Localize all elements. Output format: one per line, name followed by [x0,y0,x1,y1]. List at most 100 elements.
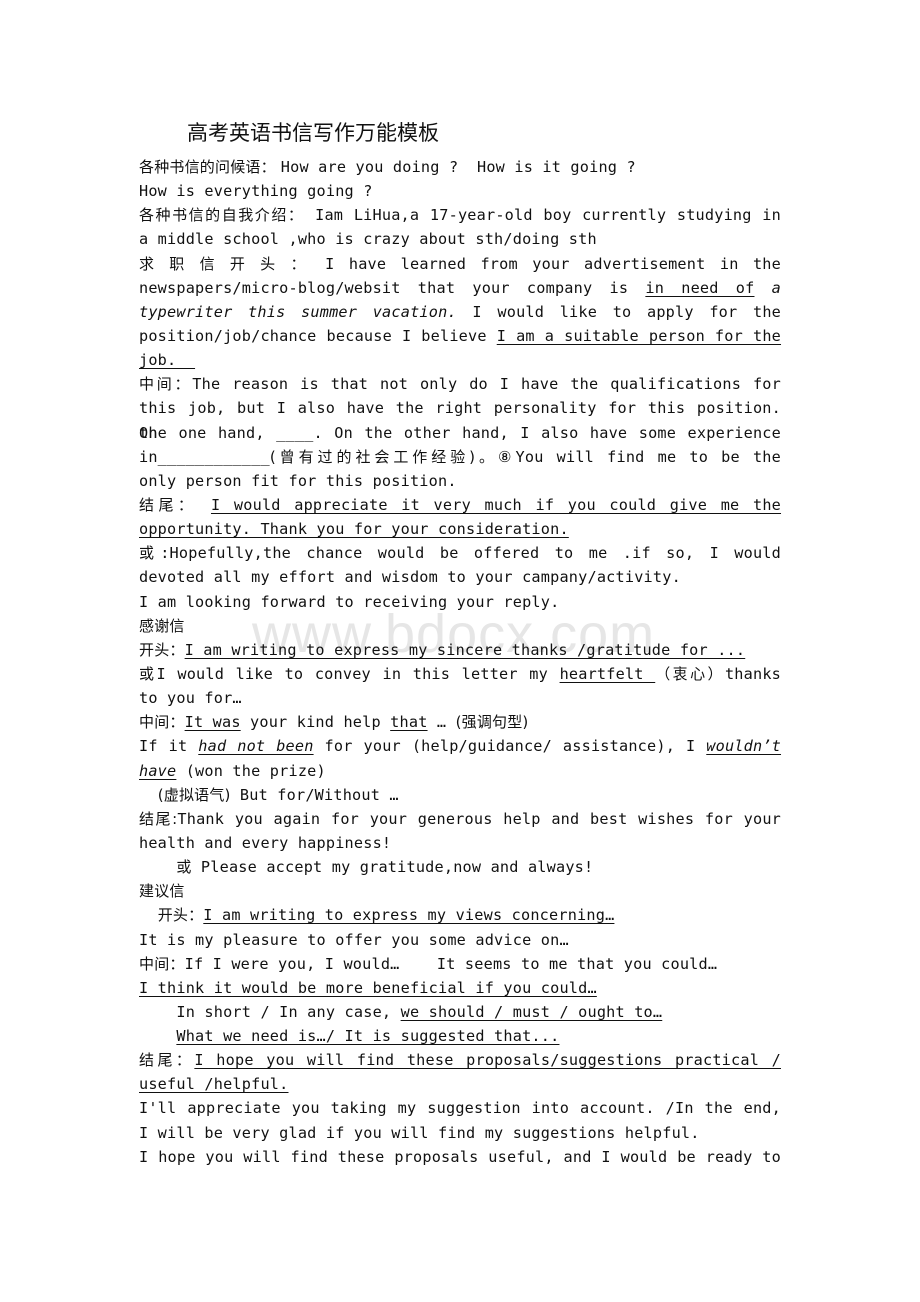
text-line: job. [139,348,781,372]
section-label: 感谢信 [139,616,185,635]
text-segment: I am looking forward to receiving your r… [139,592,560,611]
text-segment: in____________ [139,447,270,466]
section-label: 或 [139,544,161,563]
section-label: 建议信 [139,882,185,901]
text-line: 各种书信的自我介绍： Iam LiHua,a 17-year-old boy c… [139,203,781,227]
section-label: 开头： [157,906,204,925]
text-segment: a middle school ,who is crazy about sth/… [139,230,597,249]
section-label: 求 职 信 开 头 ： [139,254,311,273]
text-segment: But for/Without … [230,785,399,804]
document-body: 各种书信的问候语： How are you doing ? How is it … [139,155,781,1169]
underlined-phrase: useful /helpful. [139,1075,289,1094]
text-line: 中间：It was your kind help that … (强调句型) [139,710,781,734]
text-line: 感谢信 [139,614,781,638]
document-page: 高考英语书信写作万能模板 各种书信的问候语： How are you doing… [139,118,781,1169]
text-segment: I hope you will find these proposals use… [139,1147,781,1166]
text-line: I will be very glad if you will find my … [139,1121,781,1145]
section-label: 结尾： [139,1051,195,1070]
text-segment: I have learned from your advertisement i… [310,254,781,273]
text-segment [197,496,211,514]
text-segment: If I were you, I would… It seems to me t… [184,954,718,973]
text-line: (虚拟语气) But for/Without … [139,783,781,807]
text-segment: … [427,713,456,732]
text-segment: Please accept my gratitude,now and alway… [191,858,594,877]
text-line: in____________(曾有过的社会工作经验)。⑧You will fin… [139,445,781,469]
section-label: （衷心） [655,664,725,683]
text-segment: typewriter this summer vacation. [139,302,457,321]
underlined-phrase: I am writing to express my sincere thank… [184,640,746,659]
text-line: 或 Please accept my gratitude,now and alw… [139,855,781,879]
text-line: 求 职 信 开 头 ： I have learned from your adv… [139,252,781,276]
underlined-phrase: in need of [645,278,755,297]
text-line: useful /helpful. [139,1072,781,1096]
text-line: 开头：I am writing to express my sincere th… [139,638,781,662]
text-line: It is my pleasure to offer you some advi… [139,928,781,952]
text-segment: the one hand, ____. On the other hand, I… [139,423,781,442]
text-segment: newspapers/micro-blog/websit that your c… [139,278,646,297]
text-segment: ⑧You will find me to be the [497,447,781,466]
text-line: to you for… [139,686,781,710]
text-segment: :Hopefully,the chance would be offered t… [160,544,781,563]
text-line: I hope you will find these proposals use… [139,1145,781,1169]
underlined-phrase: I am writing to express my views concern… [203,906,615,925]
section-label: 或 [139,664,157,683]
text-line: newspapers/micro-blog/websit that your c… [139,276,781,300]
text-segment: I would like to apply for the [456,302,782,321]
text-segment [139,786,158,804]
text-line: only person fit for this position. [139,469,781,493]
underlined-phrase: we should / must / ought to… [400,1002,663,1021]
text-line: 结尾:Thank you again for your generous hel… [139,807,781,831]
text-segment: If it [139,737,199,756]
section-label: 结尾： [139,495,198,514]
section-label: 开头： [139,640,185,659]
text-line: How is everything going ? [139,179,781,203]
section-label: 或 [176,858,192,877]
text-line: I think it would be more beneficial if y… [139,976,781,1000]
underlined-phrase: I would appreciate it very much if you c… [210,495,782,514]
text-line: 中间：The reason is that not only do I have… [139,372,781,396]
underlined-phrase: I think it would be more beneficial if y… [139,978,597,997]
text-segment: I will be very glad if you will find my … [139,1123,700,1142]
text-segment: thanks [724,664,782,683]
text-line: the one hand, ____. On the other hand, I… [139,421,781,445]
text-line: 中间：If I were you, I would… It seems to m… [139,952,781,976]
underlined-phrase: that [390,713,428,732]
text-segment: position/job/chance because I believe [139,326,497,345]
text-line: opportunity. Thank you for your consider… [139,517,781,541]
underlined-phrase: job. [139,351,196,370]
underlined-phrase: wouldn’t [706,737,782,756]
text-line: 开头：I am writing to express my views conc… [139,903,781,927]
document-title: 高考英语书信写作万能模板 [187,121,439,145]
text-line: typewriter this summer vacation. I would… [139,300,781,324]
section-label: 各种书信的问候语： [139,158,281,176]
text-line: I am looking forward to receiving your r… [139,590,781,614]
section-label: (曾有过的社会工作经验)。 [269,447,498,466]
underlined-phrase: opportunity. Thank you for your consider… [139,520,569,539]
text-segment: (won the prize) [176,761,326,780]
text-segment: I would like to convey in this letter my [156,664,560,683]
text-line: I'll appreciate you taking my suggestion… [139,1096,781,1120]
underlined-phrase: had not been [198,737,314,756]
text-segment: In short / In any case, [139,1002,401,1021]
text-segment [139,906,158,924]
underlined-phrase: have [139,761,177,780]
text-line: 或I would like to convey in this letter m… [139,662,781,686]
text-line: position/job/chance because I believe I … [139,324,781,348]
text-line: have (won the prize) [139,759,781,783]
text-segment: Iam LiHua,a 17-year-old boy currently st… [304,206,781,225]
text-line: a middle school ,who is crazy about sth/… [139,227,781,251]
text-line: devoted all my effort and wisdom to your… [139,565,781,589]
section-label: 各种书信的自我介绍： [139,206,305,225]
text-line: In short / In any case, we should / must… [139,1000,781,1024]
text-segment: health and every happiness! [139,833,392,852]
section-label: 中间： [139,713,185,732]
underlined-phrase: What we need is…/ It is suggested that..… [176,1027,560,1046]
underlined-phrase: It was [184,713,241,732]
section-label: (强调句型) [455,713,529,732]
text-line: 结尾： I would appreciate it very much if y… [139,493,781,517]
section-label: 中间： [139,954,185,973]
text-segment: Thank you again for your generous help a… [177,809,782,828]
section-label: 中间： [139,375,193,394]
text-line: 各种书信的问候语： How are you doing ? How is it … [139,155,781,179]
text-segment: for your (help/guidance/ assistance), I [313,737,707,756]
